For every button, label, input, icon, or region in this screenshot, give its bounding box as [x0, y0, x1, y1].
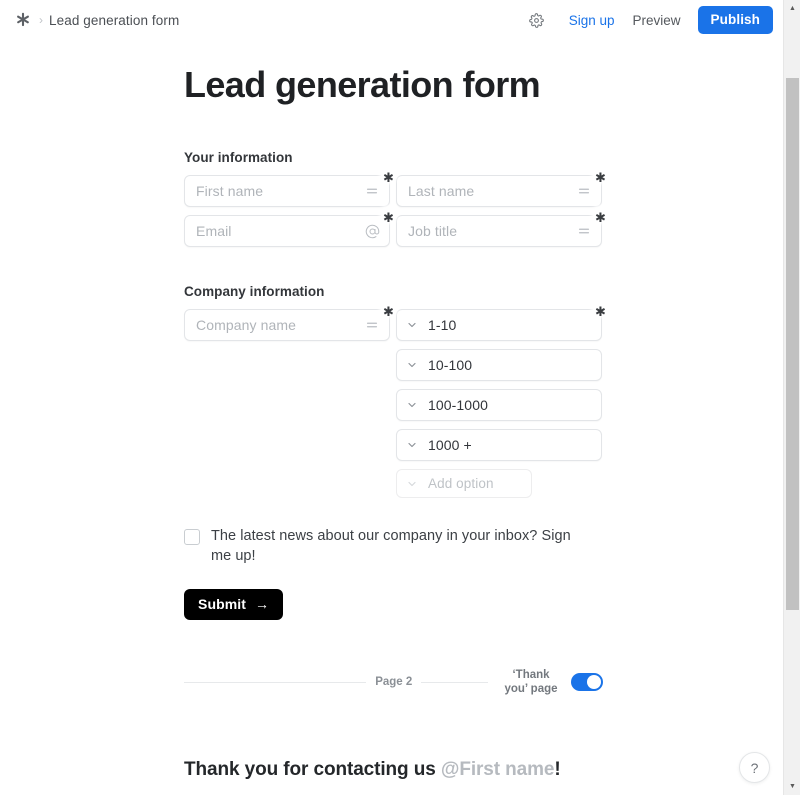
text-field-icon: [364, 183, 380, 199]
field-wrapper-last-name: ✱ Last name: [396, 167, 608, 208]
select-option-label: 1-10: [428, 317, 457, 334]
thankyou-title[interactable]: Thank you for contacting us @First name!: [184, 759, 783, 781]
thankyou-page-toggle-group: ‘Thank you’ page: [500, 668, 603, 697]
text-field-icon: [576, 183, 592, 199]
newsletter-checkbox-label[interactable]: The latest news about our company in you…: [211, 527, 588, 566]
field-wrapper-job-title: ✱ Job title: [396, 207, 608, 248]
thankyou-page-toggle-label: ‘Thank you’ page: [504, 668, 558, 696]
company-size-options: 1-10 10-100 100-1000 1000 + Add option: [396, 309, 602, 499]
company-name-input[interactable]: Company name: [184, 309, 390, 342]
divider-line-left: [184, 681, 367, 683]
section-label-company-information[interactable]: Company information: [184, 284, 783, 299]
required-asterisk-glyph: ✱: [595, 210, 606, 226]
required-asterisk-glyph: ✱: [383, 210, 394, 226]
publish-button[interactable]: Publish: [697, 6, 773, 34]
required-asterisk-icon: ✱: [593, 301, 608, 320]
chevron-down-icon: [405, 398, 419, 412]
select-option-label: 10-100: [428, 357, 473, 374]
your-information-field-grid: ✱ First name ✱ Last name ✱ Email ✱ Job t…: [184, 167, 608, 248]
page-title[interactable]: Lead generation form: [184, 64, 783, 105]
divider-line-right: [421, 681, 488, 683]
vertical-scrollbar[interactable]: ▲ ▼: [783, 0, 800, 795]
scroll-up-arrow-icon[interactable]: ▲: [784, 0, 800, 17]
select-option-3[interactable]: 100-1000: [396, 389, 602, 422]
preview-button[interactable]: Preview: [624, 8, 690, 33]
help-button[interactable]: ?: [739, 752, 770, 783]
form-page: Lead generation form Your information ✱ …: [0, 64, 783, 795]
last-name-input[interactable]: Last name: [396, 175, 602, 208]
gear-icon[interactable]: [523, 7, 551, 33]
chevron-down-icon: [405, 438, 419, 452]
section-company-information: Company information ✱ Company name ✱ 1-1…: [184, 284, 783, 499]
field-wrapper-email: ✱ Email: [184, 207, 396, 248]
required-asterisk-icon: ✱: [381, 301, 396, 320]
field-wrapper-first-name: ✱ First name: [184, 167, 396, 208]
thankyou-title-suffix: !: [554, 758, 561, 780]
breadcrumb-title[interactable]: Lead generation form: [49, 13, 179, 28]
select-option-1[interactable]: 1-10: [396, 309, 602, 342]
submit-button-label: Submit: [198, 596, 247, 613]
chevron-down-icon: [405, 477, 419, 491]
scrollbar-thumb[interactable]: [786, 78, 799, 610]
company-information-grid: ✱ Company name ✱ 1-10 10-100 100-1000 10…: [184, 301, 608, 499]
section-label-your-information[interactable]: Your information: [184, 150, 783, 165]
topbar-actions: Sign up Preview Publish: [523, 6, 773, 34]
select-option-label: 100-1000: [428, 397, 488, 414]
breadcrumb-separator: ›: [39, 13, 43, 27]
scroll-down-arrow-icon[interactable]: ▼: [784, 778, 800, 795]
add-option-label: Add option: [428, 476, 494, 492]
text-field-icon: [576, 223, 592, 239]
text-field-icon: [364, 317, 380, 333]
thankyou-title-token: @First name: [440, 758, 555, 780]
required-asterisk-glyph: ✱: [383, 170, 394, 186]
thankyou-page-toggle[interactable]: [571, 673, 603, 692]
email-at-icon: [364, 223, 380, 239]
job-title-input[interactable]: Job title: [396, 215, 602, 248]
page-number-label: Page 2: [375, 676, 413, 689]
page-divider: Page 2 ‘Thank you’ page: [184, 668, 603, 697]
required-asterisk-glyph: ✱: [595, 304, 606, 320]
required-asterisk-icon: ✱: [593, 167, 608, 186]
select-option-label: 1000 +: [428, 437, 472, 454]
submit-button[interactable]: Submit →: [184, 588, 284, 620]
form-canvas: Lead generation form Your information ✱ …: [0, 40, 783, 795]
required-asterisk-glyph: ✱: [595, 170, 606, 186]
asterisk-logo-icon[interactable]: [12, 9, 34, 31]
select-option-4[interactable]: 1000 +: [396, 429, 602, 462]
select-option-2[interactable]: 10-100: [396, 349, 602, 382]
arrow-right-icon: →: [255, 596, 270, 613]
newsletter-checkbox-row: The latest news about our company in you…: [184, 527, 588, 566]
section-your-information: Your information ✱ First name ✱ Last nam…: [184, 150, 783, 248]
last-name-placeholder: Last name: [408, 183, 475, 200]
add-option-button[interactable]: Add option: [396, 469, 532, 499]
app-window: › Lead generation form Sign up Preview P…: [0, 0, 800, 795]
signup-button[interactable]: Sign up: [560, 8, 624, 33]
job-title-placeholder: Job title: [408, 223, 458, 240]
required-asterisk-icon: ✱: [593, 207, 608, 226]
required-asterisk-glyph: ✱: [383, 304, 394, 320]
required-asterisk-icon: ✱: [381, 207, 396, 226]
first-name-placeholder: First name: [196, 183, 264, 200]
top-bar: › Lead generation form Sign up Preview P…: [0, 0, 783, 40]
required-asterisk-icon: ✱: [381, 167, 396, 186]
chevron-down-icon: [405, 318, 419, 332]
email-placeholder: Email: [196, 223, 232, 240]
newsletter-checkbox[interactable]: [184, 529, 200, 546]
email-input[interactable]: Email: [184, 215, 390, 248]
thankyou-title-prefix: Thank you for contacting us: [184, 758, 441, 780]
toggle-knob: [587, 675, 601, 690]
first-name-input[interactable]: First name: [184, 175, 390, 208]
field-wrapper-company-name: ✱ Company name: [184, 301, 396, 498]
company-size-select-group: ✱ 1-10 10-100 100-1000 1000 + Add option: [396, 301, 608, 499]
company-name-placeholder: Company name: [196, 317, 297, 334]
chevron-down-icon: [405, 358, 419, 372]
